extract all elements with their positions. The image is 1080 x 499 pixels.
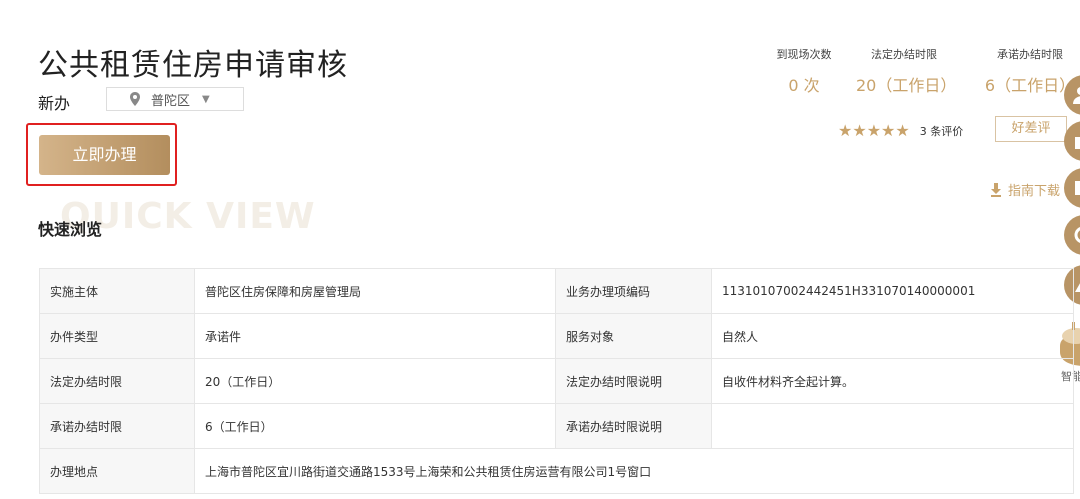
stat-label: 法定办结时限 — [871, 48, 937, 61]
page-title: 公共租赁住房申请审核 — [38, 48, 348, 83]
guide-download-label: 指南下载 — [1008, 184, 1061, 199]
table-key: 法定办结时限说明 — [555, 358, 712, 404]
service-type-label: 新办 — [38, 94, 71, 113]
stat-value: 20（工作日） — [856, 76, 957, 95]
document-icon[interactable] — [1064, 168, 1080, 208]
table-value: 6（工作日） — [194, 403, 556, 449]
rating: ★★★★★ 3 条评价 — [838, 121, 963, 140]
table-value: 承诺件 — [194, 313, 556, 359]
table-row: 实施主体 普陀区住房保障和房屋管理局 业务办理项编码 1131010700244… — [39, 268, 1074, 314]
table-key: 承诺办结时限说明 — [555, 403, 712, 449]
guide-download-link[interactable]: 指南下载 — [990, 180, 1060, 199]
star-rating-icon: ★★★★★ — [838, 121, 910, 140]
district-value: 普陀区 — [151, 93, 191, 109]
stat-legal-limit: 法定办结时限 20（工作日） — [856, 46, 957, 96]
chat-icon[interactable] — [1064, 215, 1080, 255]
table-row: 承诺办结时限 6（工作日） 承诺办结时限说明 — [39, 403, 1074, 449]
chevron-down-icon: ▼ — [202, 93, 210, 105]
table-row: 法定办结时限 20（工作日） 法定办结时限说明 自收件材料齐全起计算。 — [39, 358, 1074, 404]
table-value: 11310107002442451H331070140000001 — [711, 268, 1074, 314]
review-button[interactable]: 好差评 — [995, 116, 1067, 142]
table-value — [711, 403, 1074, 449]
table-key: 承诺办结时限 — [39, 403, 195, 449]
table-key: 实施主体 — [39, 268, 195, 314]
stat-onsite-visits: 到现场次数 0 次 — [774, 46, 834, 96]
quick-view-title: 快速浏览 — [38, 220, 103, 239]
stat-label: 承诺办结时限 — [997, 48, 1063, 61]
district-select[interactable]: 普陀区 ▼ — [106, 87, 244, 111]
location-pin-icon — [130, 92, 140, 106]
review-count[interactable]: 3 条评价 — [920, 123, 964, 139]
table-key: 服务对象 — [555, 313, 712, 359]
table-value: 20（工作日） — [194, 358, 556, 404]
table-row: 办件类型 承诺件 服务对象 自然人 — [39, 313, 1074, 359]
service-info-table: 实施主体 普陀区住房保障和房屋管理局 业务办理项编码 1131010700244… — [39, 268, 1074, 494]
table-row: 办理地点 上海市普陀区宜川路街道交通路1533号上海荣和公共租赁住房运营有限公司… — [39, 448, 1074, 494]
table-key: 办理地点 — [39, 448, 195, 494]
table-key: 办件类型 — [39, 313, 195, 359]
stat-label: 到现场次数 — [776, 48, 832, 61]
table-value: 自然人 — [711, 313, 1074, 359]
table-key: 业务办理项编码 — [555, 268, 712, 314]
stat-value: 0 次 — [788, 76, 820, 95]
table-value: 普陀区住房保障和房屋管理局 — [194, 268, 556, 314]
apply-now-button[interactable]: 立即办理 — [39, 135, 170, 175]
table-key: 法定办结时限 — [39, 358, 195, 404]
table-value: 自收件材料齐全起计算。 — [711, 358, 1074, 404]
download-icon — [991, 182, 1001, 197]
table-value: 上海市普陀区宜川路街道交通路1533号上海荣和公共租赁住房运营有限公司1号窗口 — [194, 448, 1074, 494]
stat-promised-limit: 承诺办结时限 6（工作日） — [982, 46, 1078, 96]
